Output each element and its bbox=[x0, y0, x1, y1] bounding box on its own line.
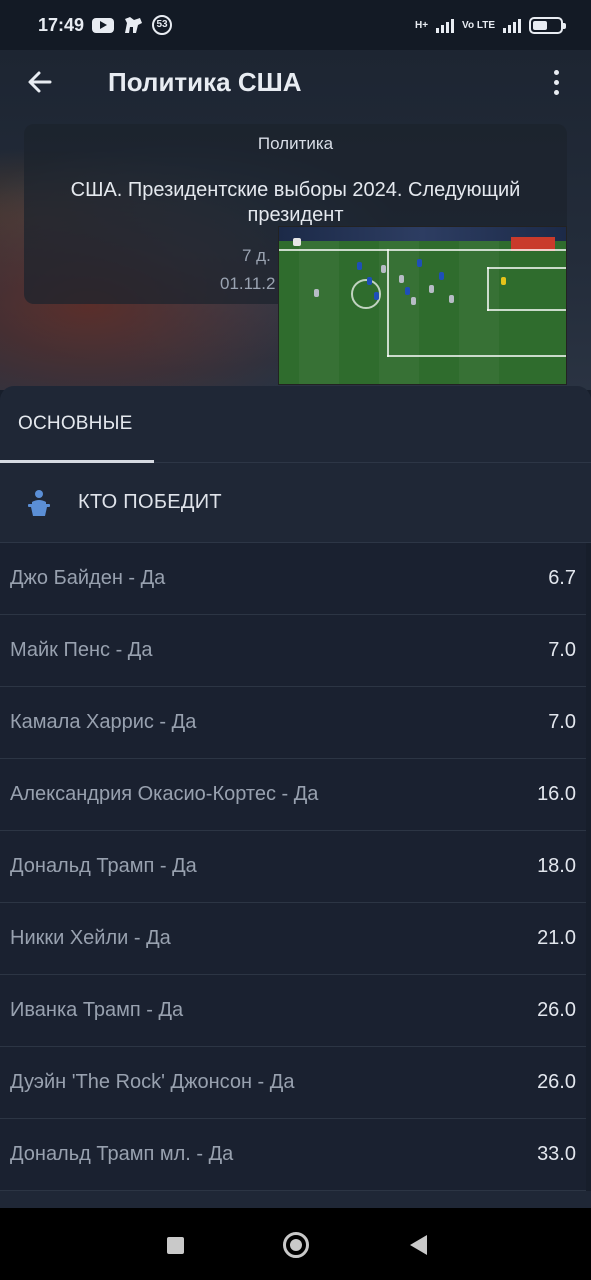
recents-button[interactable] bbox=[160, 1230, 190, 1260]
outcome-odds: 26.0 bbox=[537, 1071, 576, 1093]
battery-icon bbox=[529, 16, 566, 34]
outcome-row[interactable]: Джо Байден - Да 6.7 bbox=[0, 543, 586, 615]
outcome-row[interactable]: Дональд Трамп мл. - Да 33.0 bbox=[0, 1119, 586, 1191]
square-icon bbox=[166, 1236, 184, 1254]
podium-person-icon bbox=[0, 489, 78, 517]
outcome-odds: 33.0 bbox=[537, 1143, 576, 1165]
outcome-row[interactable]: Камала Харрис - Да 7.0 bbox=[0, 687, 586, 759]
more-vert-icon bbox=[553, 69, 559, 75]
event-date: 01.11.2 bbox=[220, 274, 276, 293]
signal-strength-icon-2 bbox=[503, 17, 521, 33]
home-button[interactable] bbox=[281, 1230, 311, 1260]
outcome-row[interactable]: Никки Хейли - Да 21.0 bbox=[0, 903, 586, 975]
signal-strength-icon bbox=[436, 17, 455, 33]
outcome-name: Джо Байден - Да bbox=[10, 567, 166, 589]
outcome-row[interactable]: Дуэйн 'The Rock' Джонсон - Да 26.0 bbox=[0, 1047, 586, 1119]
circle-home-icon bbox=[283, 1232, 309, 1258]
horse-notification-icon bbox=[122, 15, 144, 35]
system-navigation-bar bbox=[0, 1208, 591, 1280]
outcome-name: Дональд Трамп - Да bbox=[10, 855, 197, 877]
outcome-name: Майк Пенс - Да bbox=[10, 639, 153, 661]
tab-bar: ОСНОВНЫЕ bbox=[0, 386, 591, 463]
outcome-odds: 26.0 bbox=[537, 999, 576, 1021]
app-bar: Политика США bbox=[0, 50, 591, 114]
outcome-odds: 21.0 bbox=[537, 927, 576, 949]
outcome-row[interactable]: Дональд Трамп - Да 18.0 bbox=[0, 831, 586, 903]
outcome-name: Никки Хейли - Да bbox=[10, 927, 171, 949]
video-timer-icon bbox=[293, 238, 301, 246]
outcome-odds: 16.0 bbox=[537, 783, 576, 805]
arrow-left-icon bbox=[28, 71, 52, 93]
back-button[interactable] bbox=[0, 50, 80, 114]
outcome-odds: 18.0 bbox=[537, 855, 576, 877]
volte-label: Vo LTE bbox=[462, 19, 495, 31]
outcome-name: Дональд Трамп мл. - Да bbox=[10, 1143, 234, 1165]
outcome-odds: 6.7 bbox=[548, 567, 576, 589]
outcome-name: Александрия Окасио-Кортес - Да bbox=[10, 783, 319, 805]
more-options-button[interactable] bbox=[541, 64, 571, 100]
market-header[interactable]: КТО ПОБЕДИТ bbox=[0, 463, 591, 543]
outcome-name: Камала Харрис - Да bbox=[10, 711, 197, 733]
event-hero: Политика США Политика США. Президентские… bbox=[0, 50, 591, 390]
video-overlay[interactable] bbox=[278, 226, 567, 385]
outcome-name: Иванка Трамп - Да bbox=[10, 999, 184, 1021]
youtube-notification-icon bbox=[92, 17, 115, 33]
status-time: 17:49 bbox=[38, 14, 85, 35]
outcome-odds: 7.0 bbox=[548, 711, 576, 733]
notification-count-badge: 53 bbox=[152, 15, 173, 35]
triangle-back-icon bbox=[409, 1235, 427, 1255]
event-countdown: 7 д. bbox=[242, 246, 271, 265]
outcome-row[interactable]: Майк Пенс - Да 7.0 bbox=[0, 615, 586, 687]
network-type-label: H+ bbox=[414, 19, 429, 31]
outcome-row[interactable]: Иванка Трамп - Да 26.0 bbox=[0, 975, 586, 1047]
event-name: США. Президентские выборы 2024. Следующи… bbox=[70, 179, 521, 226]
outcomes-list: Джо Байден - Да 6.7 Майк Пенс - Да 7.0 К… bbox=[0, 543, 591, 1191]
status-bar: 17:49 53 H+ Vo LTE bbox=[0, 0, 591, 50]
system-back-button[interactable] bbox=[403, 1230, 433, 1260]
outcome-name: Дуэйн 'The Rock' Джонсон - Да bbox=[10, 1071, 295, 1093]
market-title: КТО ПОБЕДИТ bbox=[78, 491, 222, 513]
outcome-row[interactable]: Александрия Окасио-Кортес - Да 16.0 bbox=[0, 759, 586, 831]
page-title: Политика США bbox=[108, 66, 302, 97]
active-tab-indicator bbox=[0, 460, 154, 463]
outcome-odds: 7.0 bbox=[548, 639, 576, 661]
markets-sheet: ОСНОВНЫЕ КТО ПОБЕДИТ Джо Байден - Да 6.7… bbox=[0, 386, 591, 1208]
event-category: Политика bbox=[257, 134, 334, 153]
tab-main[interactable]: ОСНОВНЫЕ bbox=[18, 413, 133, 435]
